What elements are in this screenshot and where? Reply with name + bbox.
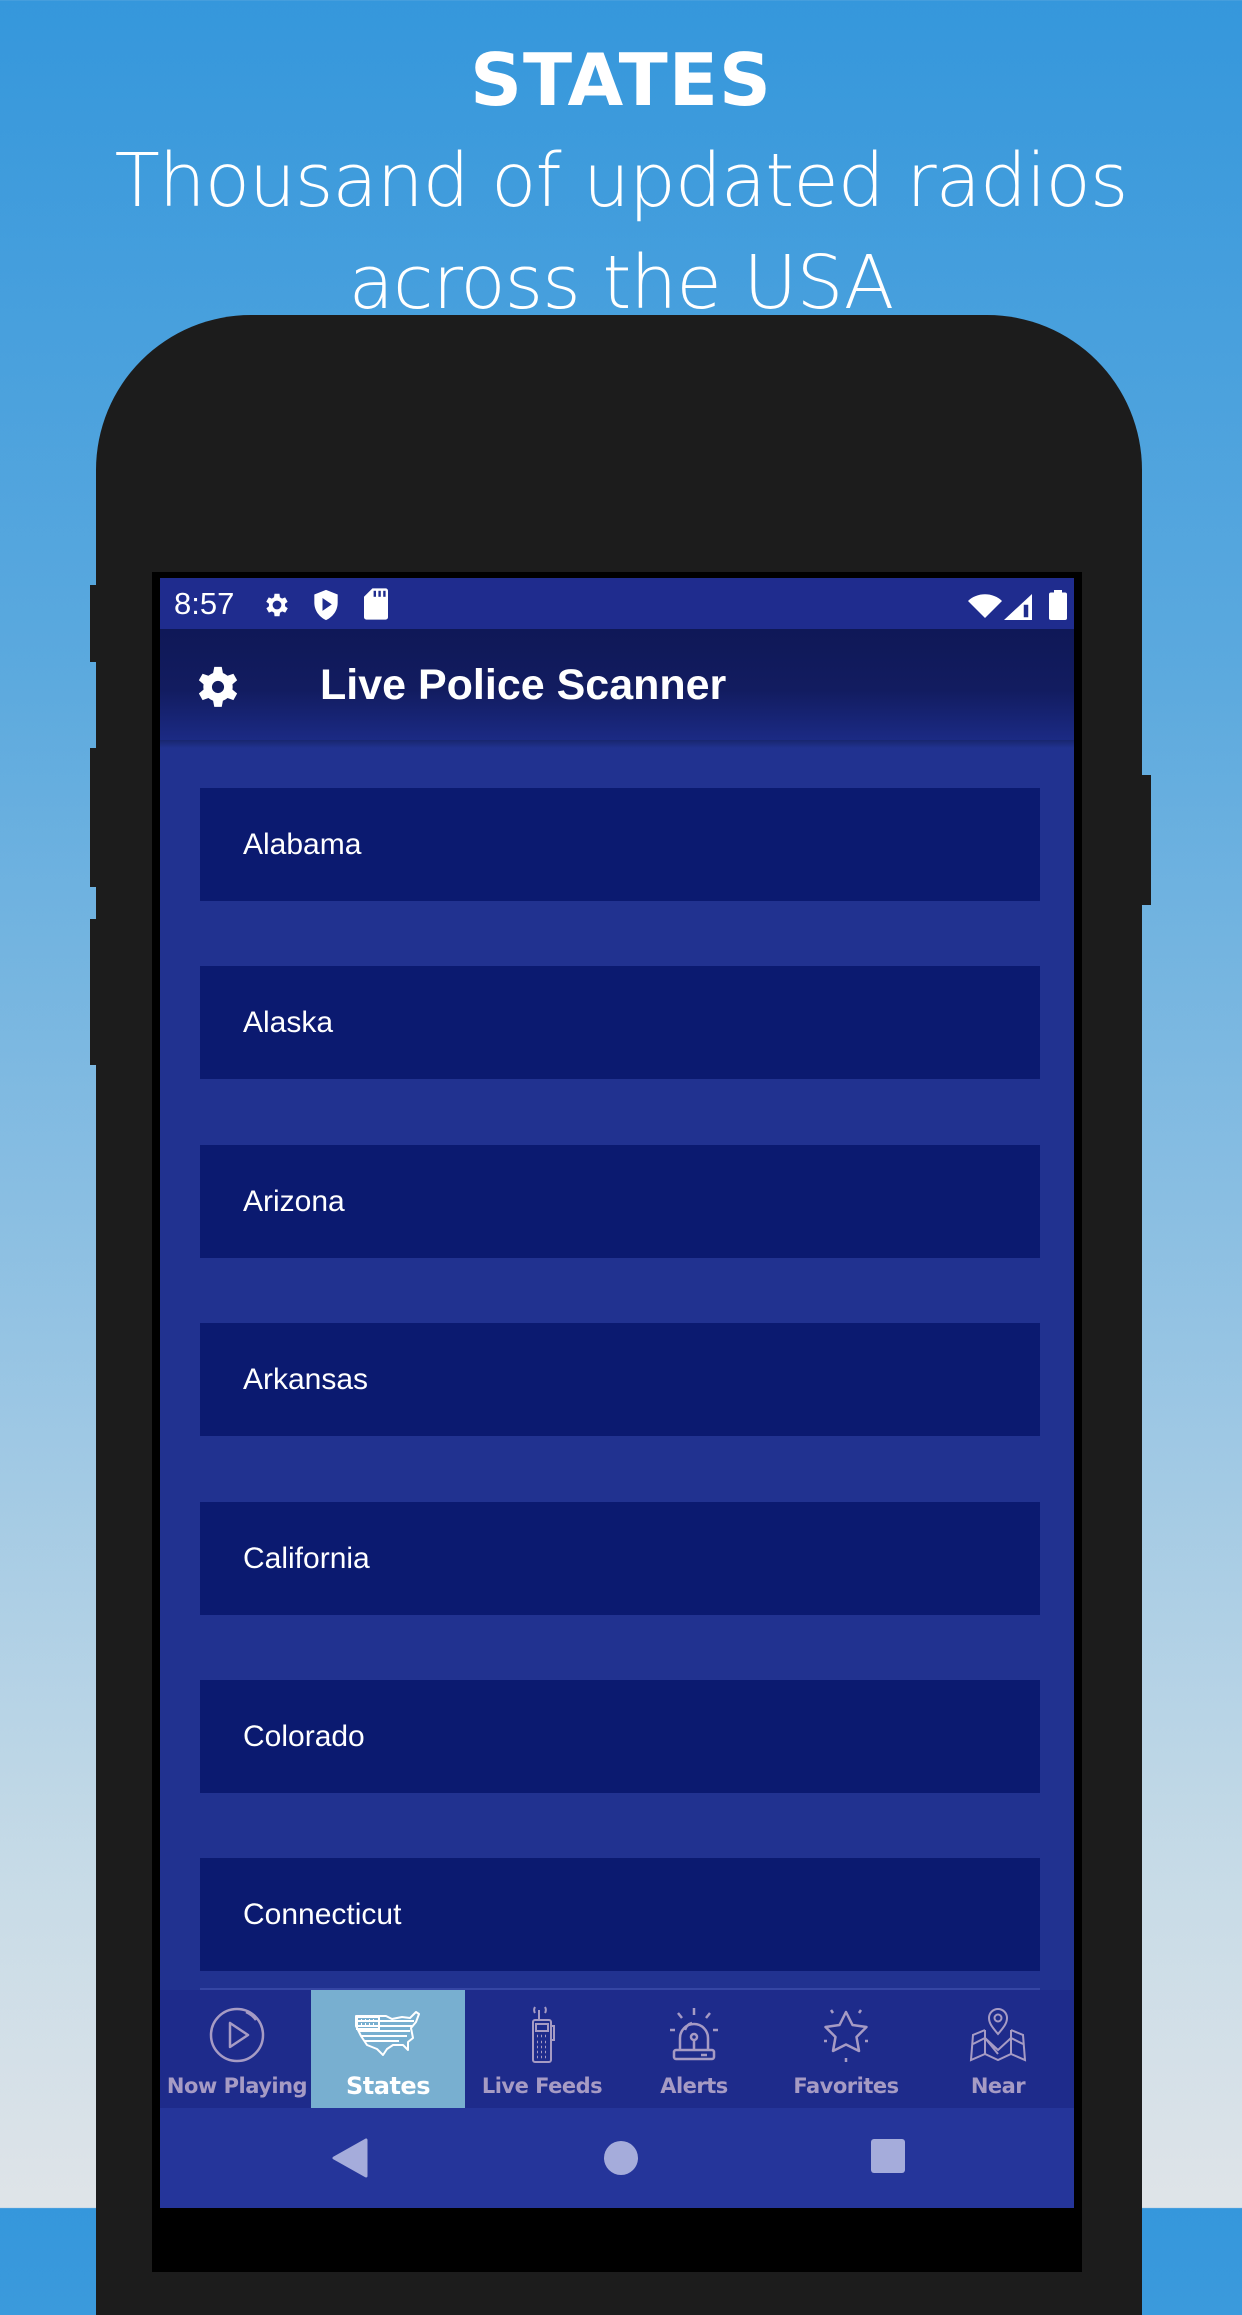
state-name: Arkansas	[243, 1363, 369, 1396]
tab-now-playing[interactable]: Now Playing	[160, 1990, 314, 2108]
device-screen: 8:57 Live Police Scanner Alabama Alaska …	[160, 578, 1074, 2208]
tab-live-feeds[interactable]: Live Feeds	[465, 1990, 619, 2108]
play-circle-icon	[206, 2004, 268, 2066]
gear-icon[interactable]	[190, 659, 246, 715]
bottom-navigation: Now Playing States Live Feeds Alerts Fav…	[160, 1990, 1074, 2108]
state-name: Alabama	[243, 828, 362, 861]
tab-alerts[interactable]: Alerts	[617, 1990, 771, 2108]
state-list-item[interactable]: Alaska	[200, 966, 1040, 1079]
app-bar: Live Police Scanner	[160, 629, 1074, 748]
tab-label: Live Feeds	[481, 2074, 603, 2098]
state-list-item[interactable]: Arkansas	[200, 1323, 1040, 1436]
sd-card-icon	[364, 588, 388, 625]
wifi-icon	[968, 594, 1002, 623]
usa-map-icon	[353, 2004, 423, 2066]
scanner-radio-icon	[511, 2004, 573, 2066]
state-list-item[interactable]: California	[200, 1502, 1040, 1615]
tab-favorites[interactable]: Favorites	[769, 1990, 923, 2108]
system-navigation-bar	[160, 2108, 1074, 2208]
settings-icon	[262, 590, 292, 625]
shield-play-icon	[312, 588, 340, 627]
status-time: 8:57	[174, 586, 235, 621]
state-list-item[interactable]: Arizona	[200, 1145, 1040, 1258]
phone-side-button-left-2	[90, 748, 98, 887]
tab-near[interactable]: Near	[921, 1990, 1074, 2108]
state-list-item[interactable]: Connecticut	[200, 1858, 1040, 1971]
battery-icon	[1049, 590, 1067, 625]
tab-label: Alerts	[660, 2074, 728, 2098]
app-title: Live Police Scanner	[320, 661, 727, 709]
state-name: Colorado	[243, 1720, 365, 1753]
state-name: Arizona	[243, 1185, 345, 1218]
cellular-signal-icon	[1004, 594, 1032, 625]
phone-side-button-left-1	[90, 585, 98, 662]
state-list-item[interactable]: Alabama	[200, 788, 1040, 901]
phone-side-button-right	[1142, 775, 1151, 905]
promo-title: STATES	[470, 38, 772, 122]
state-name: Alaska	[243, 1006, 334, 1039]
phone-side-button-left-3	[90, 919, 98, 1065]
state-name: Connecticut	[243, 1898, 402, 1931]
tab-states[interactable]: States	[311, 1990, 465, 2108]
tab-label: Near	[970, 2074, 1026, 2098]
state-name: California	[243, 1542, 370, 1575]
promo-subtitle: Thousand of updated radios across the US…	[114, 138, 1129, 326]
status-bar: 8:57	[160, 578, 1074, 629]
recents-icon[interactable]	[870, 2138, 906, 2179]
tab-label: Favorites	[793, 2074, 899, 2098]
map-pin-icon	[967, 2004, 1029, 2066]
tab-label: Now Playing	[166, 2074, 308, 2098]
home-icon[interactable]	[603, 2140, 639, 2181]
star-icon	[815, 2004, 877, 2066]
tab-label: States	[346, 2072, 431, 2100]
siren-icon	[663, 2004, 725, 2066]
back-icon[interactable]	[332, 2138, 368, 2183]
state-list-item[interactable]: Colorado	[200, 1680, 1040, 1793]
